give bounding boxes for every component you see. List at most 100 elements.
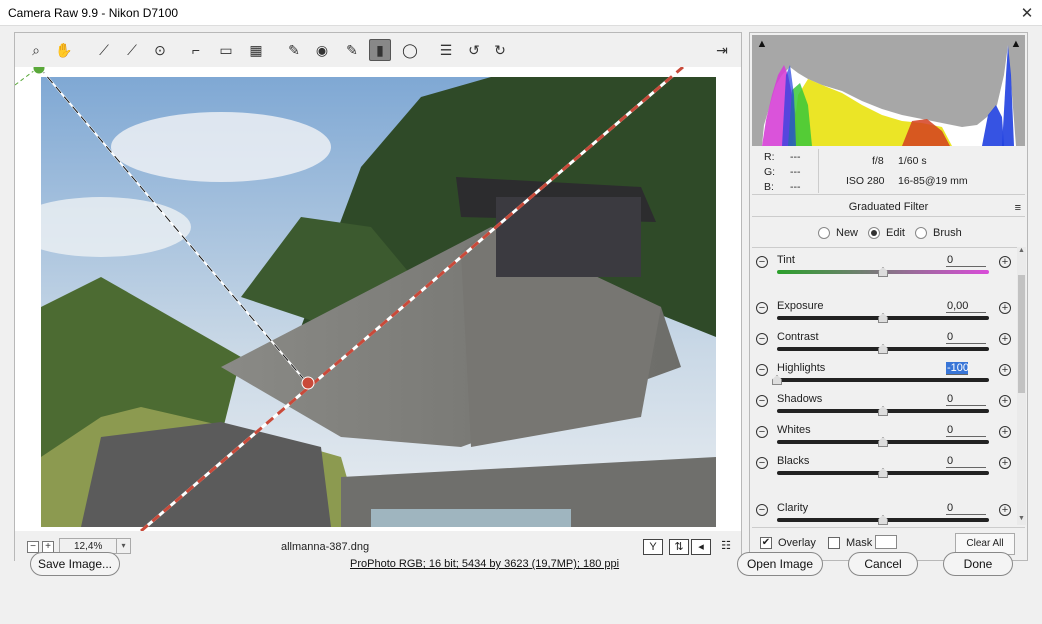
white-balance-icon[interactable]: ⟋ — [93, 39, 115, 61]
scroll-up-icon[interactable]: ▲ — [1017, 247, 1026, 257]
before-after-view-icon[interactable]: Y — [643, 539, 663, 555]
blacks-label: Blacks — [777, 455, 810, 467]
spot-removal-icon[interactable]: ✎ — [283, 39, 305, 61]
whites-value-field[interactable]: 0 — [946, 424, 986, 437]
highlights-value-field[interactable]: -100 — [946, 362, 969, 375]
shadow-clipping-icon[interactable]: ▲ — [756, 38, 768, 50]
clarity-slider-thumb[interactable] — [878, 515, 888, 525]
contrast-value-field[interactable]: 0 — [946, 331, 986, 344]
highlights-slider-track[interactable] — [777, 378, 989, 382]
workflow-options-link[interactable]: ProPhoto RGB; 16 bit; 5434 by 3623 (19,7… — [350, 558, 619, 570]
fullscreen-icon[interactable]: ⇥ — [711, 39, 733, 61]
preview-canvas[interactable] — [15, 67, 741, 531]
adjustment-brush-icon[interactable]: ✎ — [341, 39, 363, 61]
blacks-value-field[interactable]: 0 — [946, 455, 986, 468]
exposure-value-field[interactable]: 0,00 — [946, 300, 986, 313]
done-button[interactable]: Done — [943, 552, 1013, 576]
view-settings-icon[interactable]: ☷ — [716, 539, 736, 555]
contrast-minus-icon[interactable]: − — [756, 333, 768, 345]
clarity-plus-icon[interactable]: + — [999, 504, 1011, 516]
window-body: ⌕ ✋ ⟋ ⟋ ⊙ ⌐ ▭ ▦ ✎ ◉ ✎ ▮ ◯ ☰ ↺ ↻ ⇥ − + 12… — [0, 26, 1042, 624]
graduated-filter-overlay[interactable] — [15, 67, 741, 531]
contrast-plus-icon[interactable]: + — [999, 333, 1011, 345]
mask-checkbox[interactable] — [828, 537, 840, 549]
overlay-checkbox[interactable]: ✔ — [760, 537, 772, 549]
rotate-ccw-icon[interactable]: ↺ — [463, 39, 485, 61]
exposure-label: Exposure — [777, 300, 824, 312]
mode-brush-label[interactable]: Brush — [933, 227, 962, 239]
highlight-clipping-icon[interactable]: ▲ — [1010, 38, 1022, 50]
mode-brush-radio[interactable] — [915, 227, 927, 239]
hand-icon[interactable]: ✋ — [53, 39, 75, 61]
r-label: R: — [764, 151, 775, 163]
save-image-button[interactable]: Save Image... — [30, 552, 120, 576]
clarity-value-field[interactable]: 0 — [946, 502, 986, 515]
exposure-minus-icon[interactable]: − — [756, 302, 768, 314]
b-label: B: — [764, 181, 774, 193]
mode-edit-radio[interactable] — [868, 227, 880, 239]
lens-value: 16-85@19 mm — [898, 175, 968, 187]
cancel-button[interactable]: Cancel — [848, 552, 918, 576]
swap-settings-icon[interactable]: ⇅ — [669, 539, 689, 555]
shadows-plus-icon[interactable]: + — [999, 395, 1011, 407]
tint-slider-thumb[interactable] — [878, 267, 888, 277]
blacks-plus-icon[interactable]: + — [999, 457, 1011, 469]
whites-slider-thumb[interactable] — [878, 437, 888, 447]
graduated-filter-icon[interactable]: ▮ — [369, 39, 391, 61]
blacks-minus-icon[interactable]: − — [756, 457, 768, 469]
rotate-cw-icon[interactable]: ↻ — [489, 39, 511, 61]
whites-minus-icon[interactable]: − — [756, 426, 768, 438]
clarity-slider-row: − Clarity 0 + — [752, 500, 1017, 525]
tint-plus-icon[interactable]: + — [999, 256, 1011, 268]
shadows-minus-icon[interactable]: − — [756, 395, 768, 407]
whites-plus-icon[interactable]: + — [999, 426, 1011, 438]
color-sampler-icon[interactable]: ⟋ — [121, 39, 143, 61]
mask-color-swatch[interactable] — [875, 535, 897, 549]
open-image-button[interactable]: Open Image — [737, 552, 823, 576]
preview-panel: ⌕ ✋ ⟋ ⟋ ⊙ ⌐ ▭ ▦ ✎ ◉ ✎ ▮ ◯ ☰ ↺ ↻ ⇥ − + 12… — [14, 32, 742, 561]
highlights-minus-icon[interactable]: − — [756, 364, 768, 376]
mode-new-label[interactable]: New — [836, 227, 858, 239]
shutter-value: 1/60 s — [898, 155, 927, 167]
radial-filter-icon[interactable]: ◯ — [399, 39, 421, 61]
overlay-label[interactable]: Overlay — [778, 537, 816, 549]
exposure-slider-thumb[interactable] — [878, 313, 888, 323]
filename-label: allmanna-387.dng — [281, 541, 370, 553]
tint-value-field[interactable]: 0 — [946, 254, 986, 267]
green-pin-icon[interactable] — [32, 67, 46, 75]
zoom-icon[interactable]: ⌕ — [25, 39, 47, 61]
shadows-value-field[interactable]: 0 — [946, 393, 986, 406]
close-icon[interactable]: ✕ — [1012, 0, 1042, 26]
shadows-slider-thumb[interactable] — [878, 406, 888, 416]
clarity-label: Clarity — [777, 502, 809, 514]
preferences-icon[interactable]: ☰ — [435, 39, 457, 61]
straighten-icon[interactable]: ▭ — [215, 39, 237, 61]
highlights-slider-thumb[interactable] — [772, 375, 782, 385]
panel-scrollbar[interactable]: ▲ ▼ — [1017, 247, 1026, 525]
exposure-plus-icon[interactable]: + — [999, 302, 1011, 314]
targeted-adjustment-icon[interactable]: ⊙ — [149, 39, 171, 61]
adjustments-panel: ▲ ▲ R: --- G: --- B: --- f/8 1/60 s ISO … — [749, 32, 1028, 561]
scrollbar-thumb[interactable] — [1018, 275, 1025, 393]
transform-icon[interactable]: ▦ — [245, 39, 267, 61]
clarity-minus-icon[interactable]: − — [756, 504, 768, 516]
mode-edit-label[interactable]: Edit — [886, 227, 905, 239]
mode-new-radio[interactable] — [818, 227, 830, 239]
histogram-graph — [762, 45, 1016, 146]
contrast-slider-thumb[interactable] — [878, 344, 888, 354]
chevron-down-icon[interactable]: ▾ — [116, 539, 130, 553]
info-divider — [818, 149, 819, 193]
zoom-out-button[interactable]: − — [27, 541, 39, 553]
pixel-info: R: --- G: --- B: --- f/8 1/60 s ISO 280 … — [752, 147, 1025, 195]
contrast-slider-row: − Contrast 0 + — [752, 329, 1017, 360]
tint-minus-icon[interactable]: − — [756, 256, 768, 268]
highlights-plus-icon[interactable]: + — [999, 364, 1011, 376]
red-pin-icon[interactable] — [301, 376, 315, 390]
red-eye-icon[interactable]: ◉ — [311, 39, 333, 61]
scroll-down-icon[interactable]: ▼ — [1017, 515, 1026, 525]
copy-settings-icon[interactable]: ◂ — [691, 539, 711, 555]
panel-menu-icon[interactable]: ≡ — [1015, 202, 1021, 214]
mask-label[interactable]: Mask — [846, 537, 872, 549]
crop-icon[interactable]: ⌐ — [185, 39, 207, 61]
blacks-slider-thumb[interactable] — [878, 468, 888, 478]
